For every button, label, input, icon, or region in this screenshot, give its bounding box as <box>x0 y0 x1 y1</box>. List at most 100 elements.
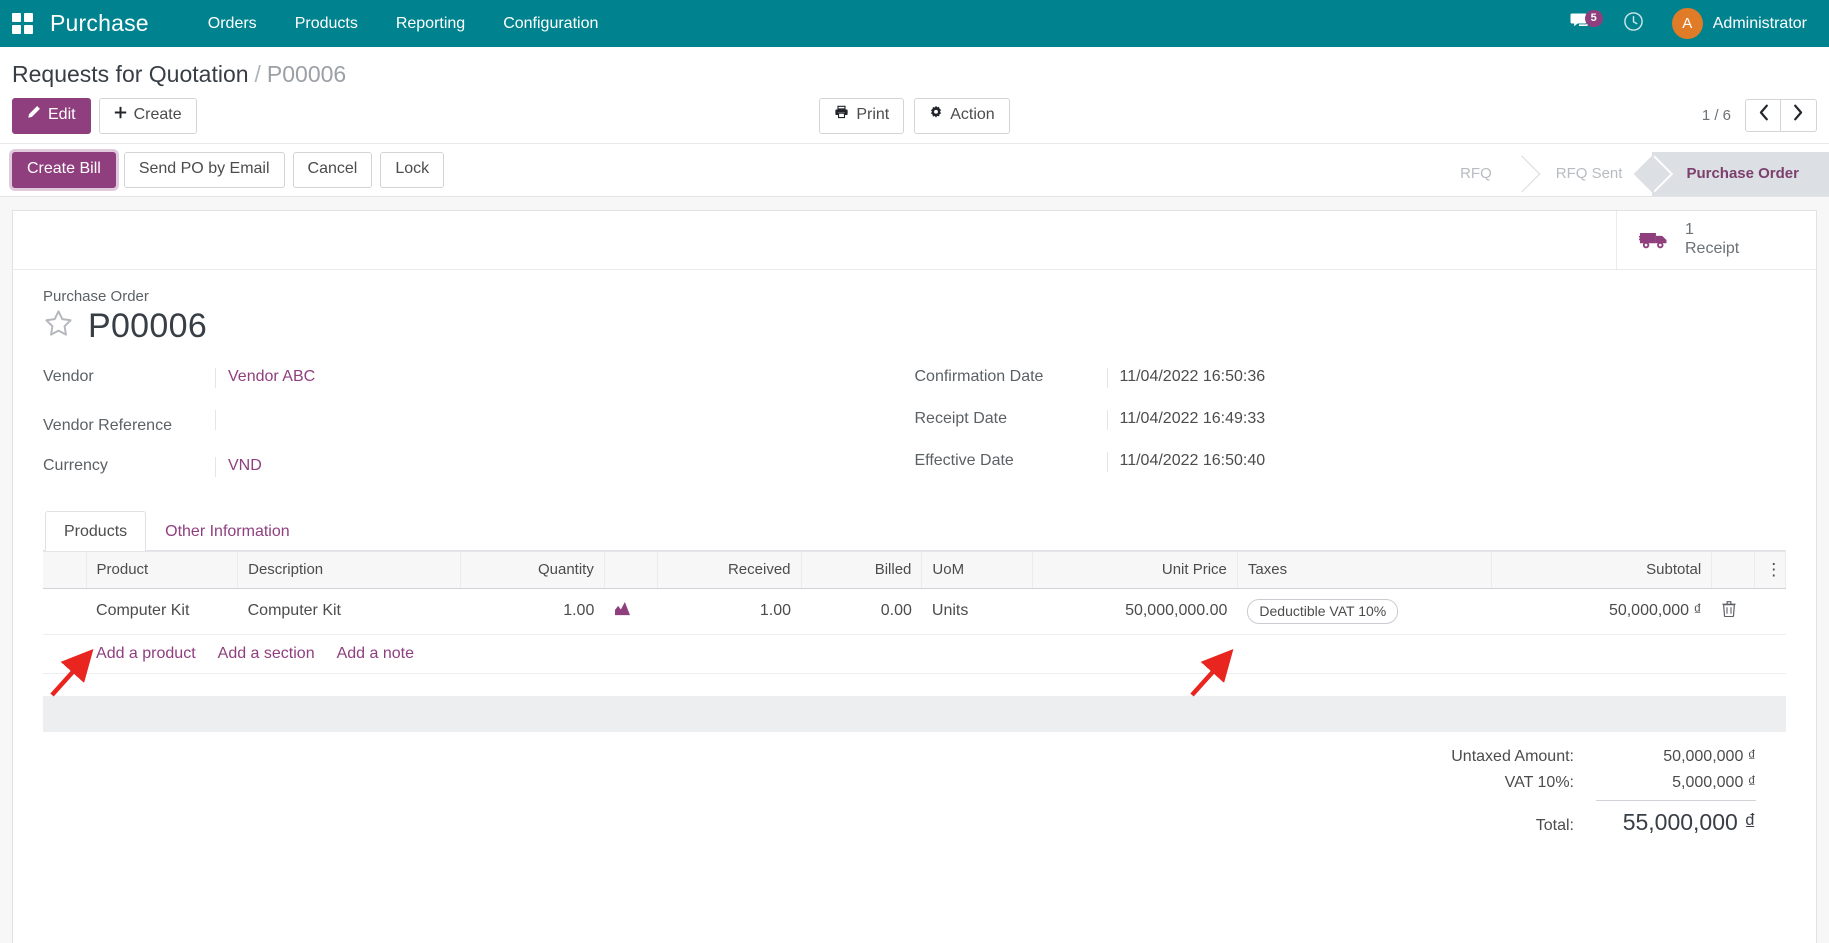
col-delete <box>1711 550 1756 589</box>
cell-quantity[interactable]: 1.00 <box>460 588 605 635</box>
tab-products[interactable]: Products <box>45 510 147 551</box>
col-product[interactable]: Product <box>86 550 239 589</box>
cell-received[interactable]: 1.00 <box>657 588 802 635</box>
add-a-note-link[interactable]: Add a note <box>337 645 414 663</box>
cell-forecast[interactable] <box>604 588 658 635</box>
cell-delete[interactable] <box>1711 588 1755 635</box>
field-currency: Currency VND <box>43 456 875 477</box>
record-type-label: Purchase Order <box>43 287 149 305</box>
pager-next-button[interactable] <box>1781 99 1817 133</box>
add-a-product-link[interactable]: Add a product <box>96 645 196 663</box>
edit-button-label: Edit <box>48 106 76 123</box>
col-billed[interactable]: Billed <box>801 550 923 589</box>
cell-description[interactable]: Computer Kit <box>237 588 461 635</box>
messages-button[interactable]: 5 <box>1554 10 1607 35</box>
table-row[interactable]: Computer Kit Computer Kit 1.00 1.00 0.00 <box>43 588 1786 635</box>
truck-icon <box>1639 228 1671 252</box>
app-brand-title[interactable]: Purchase <box>50 10 149 37</box>
cancel-button[interactable]: Cancel <box>292 151 373 188</box>
col-subtotal[interactable]: Subtotal <box>1491 550 1713 589</box>
stage-purchase-order[interactable]: Purchase Order <box>1634 151 1829 196</box>
field-column-right: Confirmation Date 11/04/2022 16:50:36 Re… <box>915 367 1787 499</box>
field-vendor-reference: Vendor Reference <box>43 409 875 435</box>
breadcrumb-parent[interactable]: Requests for Quotation <box>12 61 249 87</box>
add-line-handle <box>43 634 87 674</box>
menu-item-reporting[interactable]: Reporting <box>377 2 484 46</box>
col-unit-price[interactable]: Unit Price <box>1032 550 1238 589</box>
breadcrumb-current: P00006 <box>266 61 347 87</box>
main-menu: Orders Products Reporting Configuration <box>189 2 618 46</box>
apps-grid-icon[interactable] <box>12 12 34 35</box>
col-description[interactable]: Description <box>237 550 462 589</box>
field-vendor-reference-value[interactable] <box>215 409 875 430</box>
table-header-row: Product Description Quantity Received Bi… <box>43 550 1786 589</box>
pager-buttons <box>1745 99 1817 133</box>
smart-button-label: Receipt <box>1685 239 1740 257</box>
totals-row-total: Total: 55,000,000 ₫ <box>1406 809 1756 836</box>
smart-button-value: 1 <box>1685 221 1694 239</box>
user-menu[interactable]: A Administrator <box>1660 8 1807 39</box>
pager-counter[interactable]: 1 / 6 <box>1702 107 1731 124</box>
order-lines-header: Product Description Quantity Received Bi… <box>43 550 1786 589</box>
col-received[interactable]: Received <box>657 550 802 589</box>
action-button-label: Action <box>950 105 995 123</box>
control-panel: Edit Create Print Action 1 / 6 <box>0 88 1829 144</box>
control-center-buttons: Print Action <box>0 97 1829 134</box>
create-button[interactable]: Create <box>98 98 197 134</box>
pager-previous-button[interactable] <box>1745 99 1781 133</box>
lock-button[interactable]: Lock <box>380 151 445 188</box>
plus-icon <box>114 105 127 126</box>
print-button[interactable]: Print <box>819 97 905 134</box>
col-taxes[interactable]: Taxes <box>1237 550 1492 589</box>
activities-button[interactable] <box>1607 11 1660 36</box>
tab-other-information[interactable]: Other Information <box>146 511 309 551</box>
page-title: P00006 <box>88 306 208 345</box>
edit-button[interactable]: Edit <box>12 98 91 134</box>
notebook-tabs: Products Other Information <box>43 510 1786 551</box>
col-uom[interactable]: UoM <box>921 550 1034 589</box>
forecast-chart-icon <box>614 601 631 621</box>
col-forecast <box>604 550 659 589</box>
totals-table: Untaxed Amount: 50,000,000 ₫ VAT 10%: 5,… <box>1406 748 1756 844</box>
star-outline-icon[interactable] <box>43 308 74 345</box>
cell-unit-price[interactable]: 50,000,000.00 <box>1032 588 1238 635</box>
stage-rfq[interactable]: RFQ <box>1426 152 1541 196</box>
row-handle[interactable] <box>43 588 87 635</box>
field-confirmation-date-value[interactable]: 11/04/2022 16:50:36 <box>1106 367 1747 388</box>
navbar-systray: 5 A Administrator <box>1554 8 1807 39</box>
chevron-left-icon <box>1758 104 1769 127</box>
stage-rfq-sent-label: RFQ Sent <box>1555 165 1623 183</box>
field-column-left: Vendor Vendor ABC Vendor Reference Curre… <box>43 367 915 499</box>
stage-purchase-order-label: Purchase Order <box>1686 165 1799 183</box>
field-effective-date: Effective Date 11/04/2022 16:50:40 <box>915 451 1747 472</box>
cell-billed[interactable]: 0.00 <box>801 588 922 635</box>
send-po-by-email-button[interactable]: Send PO by Email <box>123 151 285 188</box>
field-effective-date-value[interactable]: 11/04/2022 16:50:40 <box>1106 451 1747 472</box>
field-currency-value[interactable]: VND <box>215 456 875 477</box>
form-body: Purchase Order P00006 Vendor Vendor ABC <box>13 270 1816 844</box>
total-value: 55,000,000 ₫ <box>1622 808 1756 835</box>
menu-item-orders[interactable]: Orders <box>189 2 276 46</box>
smart-button-receipt[interactable]: 1 Receipt <box>1616 210 1816 269</box>
cell-subtotal: 50,000,000 ₫ <box>1491 588 1712 635</box>
field-currency-label: Currency <box>43 456 108 474</box>
smart-button-box: 1 Receipt <box>13 210 1816 270</box>
action-button[interactable]: Action <box>914 97 1010 134</box>
cell-product[interactable]: Computer Kit <box>86 588 238 635</box>
menu-item-configuration[interactable]: Configuration <box>484 2 617 46</box>
gear-icon <box>929 105 943 126</box>
status-action-bar: Create Bill Send PO by Email Cancel Lock… <box>0 143 1829 197</box>
field-vendor-value[interactable]: Vendor ABC <box>215 367 875 388</box>
stage-rfq-label: RFQ <box>1460 165 1492 183</box>
total-label: Total: <box>1535 816 1574 834</box>
optional-columns-toggle[interactable]: ⋮ <box>1754 550 1786 589</box>
cell-uom[interactable]: Units <box>921 588 1033 635</box>
col-quantity[interactable]: Quantity <box>460 550 605 589</box>
cell-taxes[interactable]: Deductible VAT 10% <box>1237 588 1492 635</box>
user-name-label: Administrator <box>1712 14 1807 32</box>
add-a-section-link[interactable]: Add a section <box>218 645 315 663</box>
create-bill-button[interactable]: Create Bill <box>12 151 116 188</box>
menu-item-products[interactable]: Products <box>276 2 377 46</box>
form-sheet: 1 Receipt Purchase Order P00006 Vendor V… <box>12 209 1817 943</box>
field-receipt-date-value[interactable]: 11/04/2022 16:49:33 <box>1106 409 1747 430</box>
